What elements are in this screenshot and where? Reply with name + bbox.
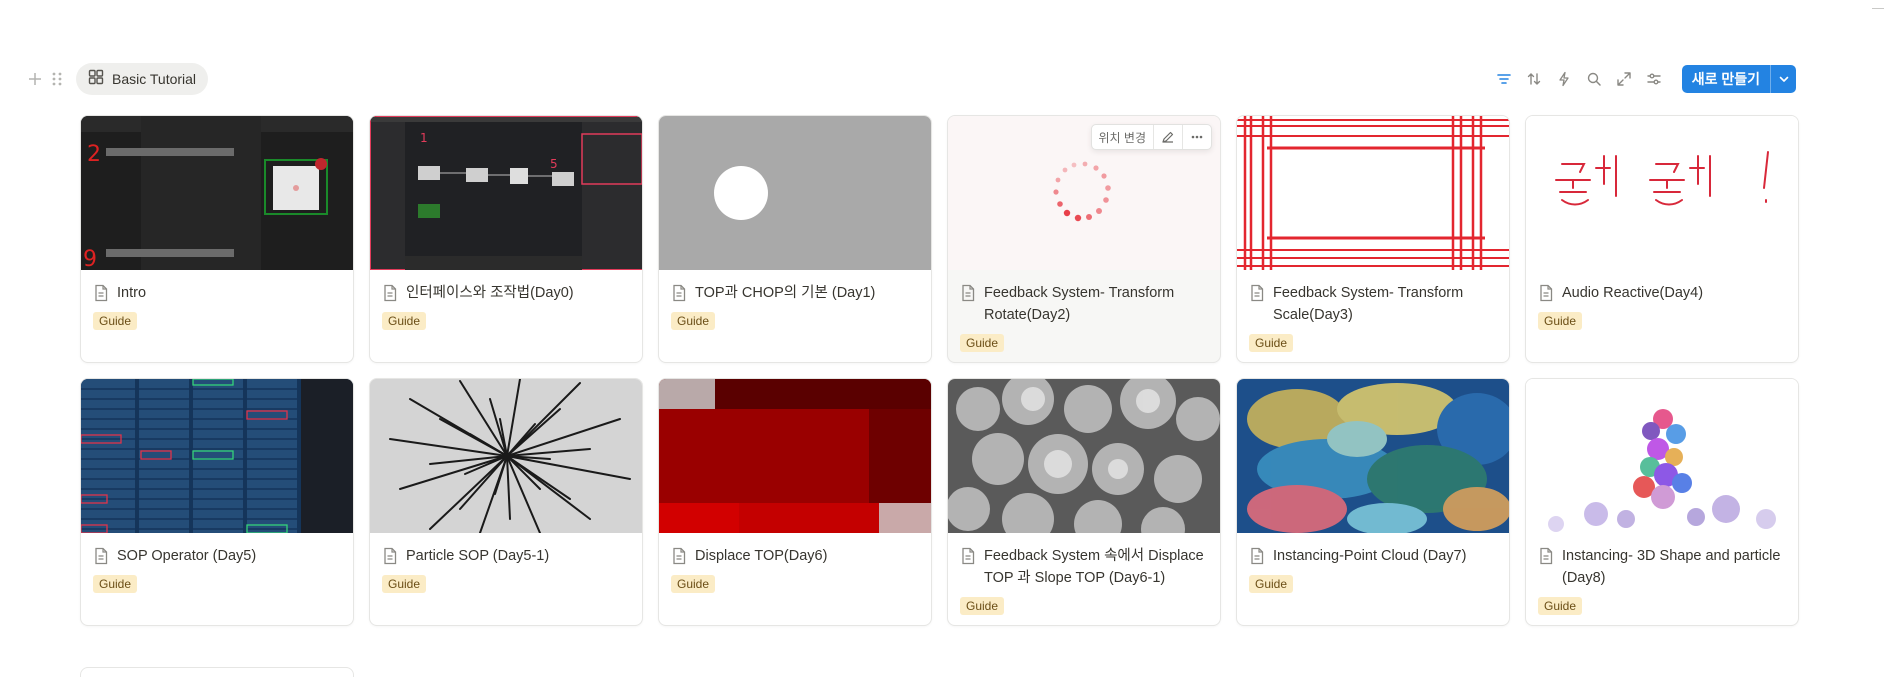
card-title[interactable]: Feedback System- Transform Rotate(Day2) [984,282,1208,326]
svg-text:9: 9 [83,247,97,270]
card-hover-actions: 위치 변경 [1090,124,1212,150]
automation-bolt-icon[interactable] [1552,67,1576,91]
card-cover-image: 2 9 [81,116,353,270]
card-tag: Guide [671,312,716,330]
card-cover-image [948,379,1220,533]
view-tab-label: Basic Tutorial [112,71,197,87]
card-tag: Guide [960,597,1005,615]
card-cover-image [1526,379,1798,533]
card-tag: Guide [960,334,1005,352]
drag-handle-icon[interactable] [46,68,68,90]
new-button[interactable]: 새로 만들기 [1681,65,1796,93]
card-title[interactable]: Instancing- 3D Shape and particle (Day8) [1562,545,1786,589]
move-button[interactable]: 위치 변경 [1092,125,1154,149]
page-icon [1251,284,1264,302]
card-title[interactable]: Displace TOP(Day6) [695,545,827,567]
card-title[interactable]: Intro [117,282,146,304]
card-title[interactable]: Feedback System- Transform Scale(Day3) [1273,282,1497,326]
card-title[interactable]: SOP Operator (Day5) [117,545,256,567]
card-title[interactable]: TOP과 CHOP의 기본 (Day1) [695,282,875,304]
page-icon [95,547,108,565]
gallery-grid: 2 9 Intro Guide 1 5 인터페이스와 조작법(Day0) Gui… [80,115,1800,626]
gallery-card-partial[interactable] [80,667,354,677]
database-toolbar: 새로 만들기 [1492,65,1796,93]
gallery-card[interactable]: Feedback System- Transform Scale(Day3) G… [1236,115,1510,363]
page-icon [1540,284,1553,302]
search-icon[interactable] [1582,67,1606,91]
page-icon [673,547,686,565]
sort-icon[interactable] [1522,67,1546,91]
chevron-down-icon[interactable] [1770,65,1796,93]
gallery-card[interactable]: SOP Operator (Day5) Guide [80,378,354,626]
card-tag: Guide [1249,334,1294,352]
block-controls [24,63,68,95]
add-block-icon[interactable] [24,68,46,90]
svg-text:5: 5 [550,157,558,171]
gallery-card[interactable]: 2 9 Intro Guide [80,115,354,363]
window-edge-line [1872,8,1884,9]
page-icon [384,284,397,302]
card-tag: Guide [93,312,138,330]
card-cover-image [659,116,931,270]
card-title[interactable]: Instancing-Point Cloud (Day7) [1273,545,1466,567]
page-icon [1251,547,1264,565]
card-tag: Guide [1249,575,1294,593]
page-icon [962,547,975,565]
svg-text:1: 1 [420,131,428,145]
edit-pencil-icon[interactable] [1154,125,1183,149]
card-cover-image [1237,379,1509,533]
filter-icon[interactable] [1492,67,1516,91]
card-title[interactable]: Particle SOP (Day5-1) [406,545,549,567]
svg-text:2: 2 [87,142,101,167]
view-tab-basic-tutorial[interactable]: Basic Tutorial [76,63,209,95]
gallery-card[interactable]: Audio Reactive(Day4) Guide [1525,115,1799,363]
gallery-card[interactable]: Feedback System 속에서 Displace TOP 과 Slope… [947,378,1221,626]
expand-icon[interactable] [1612,67,1636,91]
card-tag: Guide [671,575,716,593]
gallery-card[interactable]: Particle SOP (Day5-1) Guide [369,378,643,626]
gallery-card[interactable]: Instancing-Point Cloud (Day7) Guide [1236,378,1510,626]
page-icon [673,284,686,302]
gallery-card[interactable]: 1 5 인터페이스와 조작법(Day0) Guide [369,115,643,363]
card-title[interactable]: 인터페이스와 조작법(Day0) [406,282,574,304]
card-cover-image [1526,116,1798,270]
card-tag: Guide [93,575,138,593]
page-icon [384,547,397,565]
page-icon [962,284,975,302]
card-tag: Guide [1538,597,1583,615]
card-title[interactable]: Feedback System 속에서 Displace TOP 과 Slope… [984,545,1208,589]
new-button-label[interactable]: 새로 만들기 [1682,65,1770,93]
card-cover-image [1237,116,1509,270]
card-cover-image: 1 5 [370,116,642,270]
card-tag: Guide [382,312,427,330]
gallery-card[interactable]: Displace TOP(Day6) Guide [658,378,932,626]
page-icon [1540,547,1553,565]
gallery-view-icon [88,69,104,90]
card-cover-image [81,379,353,533]
more-options-icon[interactable] [1183,125,1211,149]
card-cover-image [659,379,931,533]
page-icon [95,284,108,302]
card-tag: Guide [382,575,427,593]
card-title[interactable]: Audio Reactive(Day4) [1562,282,1703,304]
card-tag: Guide [1538,312,1583,330]
gallery-card[interactable]: TOP과 CHOP의 기본 (Day1) Guide [658,115,932,363]
settings-sliders-icon[interactable] [1642,67,1666,91]
gallery-card[interactable]: 위치 변경 Feedback System- Transform Rotate(… [947,115,1221,363]
card-cover-image [370,379,642,533]
gallery-card[interactable]: Instancing- 3D Shape and particle (Day8)… [1525,378,1799,626]
